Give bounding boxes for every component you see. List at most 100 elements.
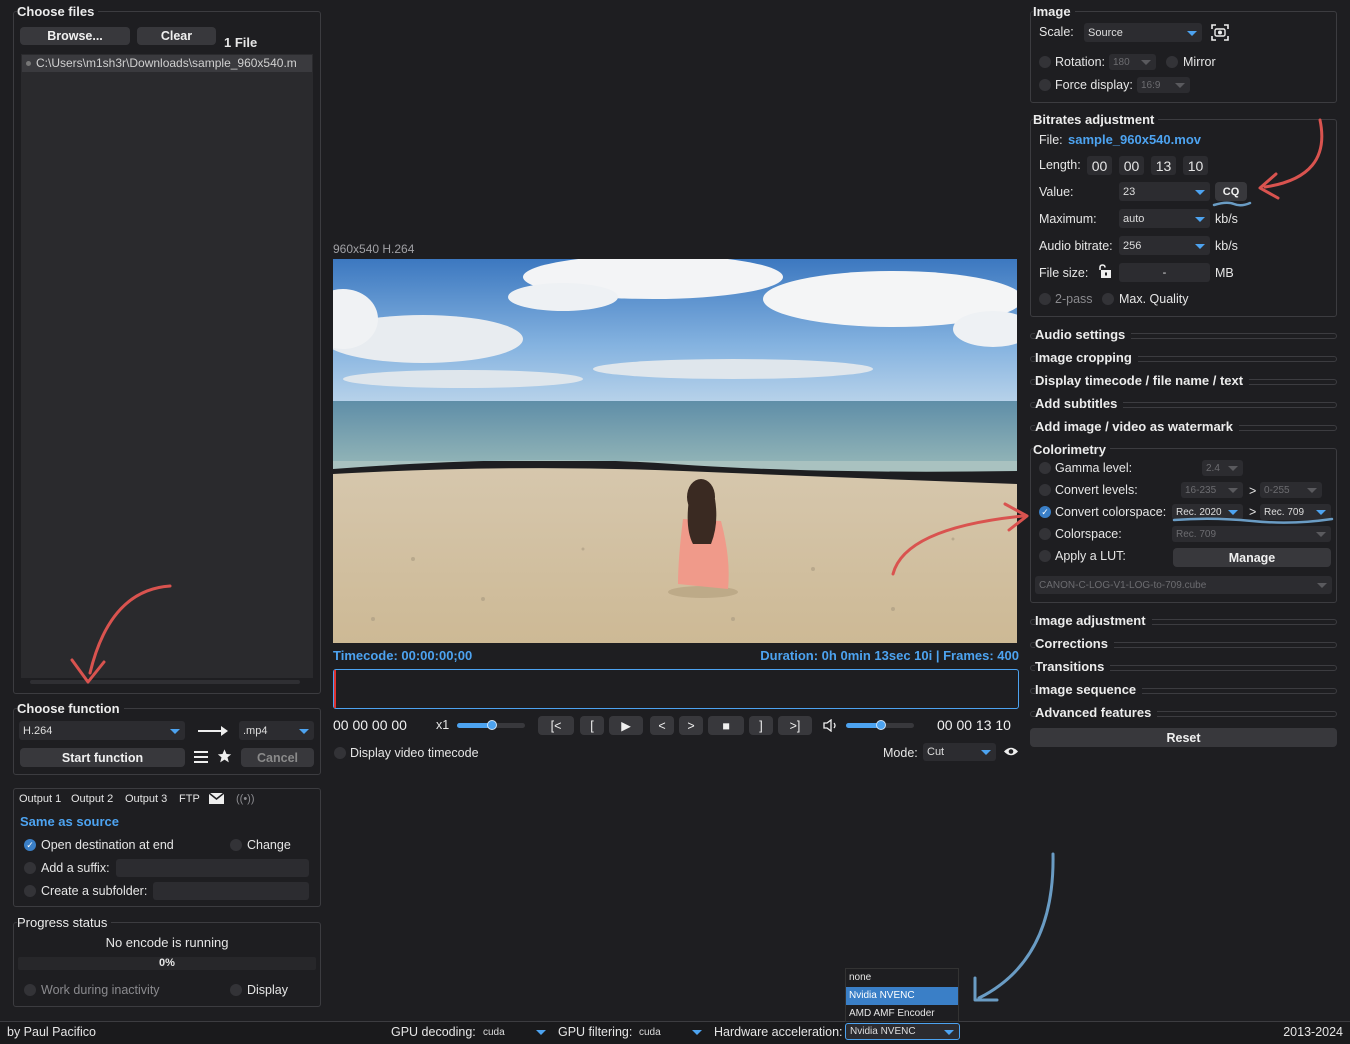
force-display-checkbox[interactable]	[1039, 79, 1051, 91]
broadcast-icon[interactable]: ((•))	[236, 793, 255, 805]
section-corrections[interactable]: Corrections	[1035, 636, 1114, 651]
next-frame-button[interactable]: >	[679, 716, 703, 735]
section-audio-settings[interactable]: Audio settings	[1035, 327, 1132, 342]
length-label: Length:	[1039, 158, 1081, 172]
suffix-label: Add a suffix:	[41, 861, 110, 875]
gamma-checkbox[interactable]	[1039, 462, 1051, 474]
end-timecode[interactable]: 00 00 13 10	[937, 717, 1011, 733]
change-checkbox[interactable]	[230, 839, 242, 851]
mark-in-button[interactable]: [	[580, 716, 604, 735]
force-display-select[interactable]: 16:9	[1137, 77, 1190, 93]
lut-checkbox[interactable]	[1039, 550, 1051, 562]
hw-menu-item-amf[interactable]: AMD AMF Encoder	[846, 1005, 958, 1023]
rotation-select[interactable]: 180	[1109, 54, 1156, 70]
subfolder-input[interactable]	[153, 882, 309, 900]
suffix-input[interactable]	[116, 859, 309, 877]
start-timecode[interactable]: 00 00 00 00	[333, 717, 407, 733]
reset-button[interactable]: Reset	[1030, 728, 1337, 747]
section-add-subtitles[interactable]: Add subtitles	[1035, 396, 1124, 411]
maximum-select[interactable]: auto	[1119, 209, 1210, 228]
hw-accel-select[interactable]: Nvidia NVENC	[845, 1023, 960, 1040]
start-function-button[interactable]: Start function	[20, 748, 185, 767]
section-image-sequence[interactable]: Image sequence	[1035, 682, 1143, 697]
section-advanced[interactable]: Advanced features	[1035, 705, 1158, 720]
levels-to-select[interactable]: 0-255	[1260, 482, 1322, 498]
clear-button[interactable]: Clear	[137, 27, 216, 45]
work-inactivity-checkbox[interactable]	[24, 984, 36, 996]
max-quality-checkbox[interactable]	[1102, 293, 1114, 305]
value-select[interactable]: 23	[1119, 182, 1210, 201]
timeline-playhead[interactable]	[334, 670, 336, 708]
length-frames[interactable]: 10	[1183, 156, 1208, 175]
speed-slider-handle[interactable]	[487, 720, 497, 730]
mail-icon[interactable]	[209, 793, 224, 804]
scale-select[interactable]: Source	[1084, 23, 1202, 42]
gpu-filtering-select[interactable]: cuda	[635, 1024, 707, 1040]
file-list-item[interactable]: C:\Users\m1sh3r\Downloads\sample_960x540…	[22, 55, 312, 72]
mark-out-button[interactable]: ]	[749, 716, 773, 735]
list-icon[interactable]	[193, 750, 209, 764]
subfolder-checkbox[interactable]	[24, 885, 36, 897]
tab-output-1[interactable]: Output 1	[19, 793, 61, 805]
unlock-icon[interactable]	[1097, 264, 1113, 279]
rotation-checkbox[interactable]	[1039, 56, 1051, 68]
gamma-label: Gamma level:	[1055, 461, 1133, 475]
screenshot-icon[interactable]	[1211, 24, 1229, 41]
suffix-checkbox[interactable]	[24, 862, 36, 874]
gpu-decoding-select[interactable]: cuda	[479, 1024, 551, 1040]
lut-file-select[interactable]: CANON-C-LOG-V1-LOG-to-709.cube	[1035, 576, 1332, 594]
stop-button[interactable]: ■	[708, 716, 744, 735]
hw-menu-item-none[interactable]: none	[846, 969, 958, 987]
file-size-input[interactable]: -	[1119, 263, 1210, 282]
section-display-timecode[interactable]: Display timecode / file name / text	[1035, 373, 1250, 388]
timeline[interactable]	[333, 669, 1019, 709]
length-hours[interactable]: 00	[1087, 156, 1112, 175]
colorspace-checkbox[interactable]	[1039, 528, 1051, 540]
container-select[interactable]: .mp4	[239, 721, 314, 740]
cancel-button[interactable]: Cancel	[241, 748, 314, 767]
play-button[interactable]: ▶	[609, 716, 643, 735]
max-quality-label: Max. Quality	[1119, 292, 1189, 306]
tab-ftp[interactable]: FTP	[179, 793, 200, 805]
mirror-checkbox[interactable]	[1166, 56, 1178, 68]
manage-button[interactable]: Manage	[1173, 548, 1331, 567]
section-image-cropping[interactable]: Image cropping	[1035, 350, 1138, 365]
colorimetry-title[interactable]: Colorimetry	[1033, 442, 1110, 457]
go-end-button[interactable]: >]	[778, 716, 812, 735]
convert-colorspace-checkbox[interactable]: ✓	[1039, 506, 1051, 518]
gamma-select[interactable]: 2.4	[1202, 460, 1243, 476]
volume-icon[interactable]	[823, 719, 839, 732]
levels-label: Convert levels:	[1055, 483, 1138, 497]
volume-slider-handle[interactable]	[876, 720, 886, 730]
display-timecode-checkbox[interactable]	[334, 747, 346, 759]
audio-bitrate-select[interactable]: 256	[1119, 236, 1210, 255]
mode-select[interactable]: Cut	[923, 743, 996, 761]
open-destination-checkbox[interactable]: ✓	[24, 839, 36, 851]
codec-select[interactable]: H.264	[19, 721, 185, 740]
volume-slider[interactable]	[846, 720, 914, 730]
two-pass-checkbox[interactable]	[1039, 293, 1051, 305]
tab-output-2[interactable]: Output 2	[71, 793, 113, 805]
speed-slider[interactable]	[457, 720, 525, 730]
levels-from-select[interactable]: 16-235	[1181, 482, 1243, 498]
section-image-adjustment[interactable]: Image adjustment	[1035, 613, 1152, 628]
duration-label: Duration: 0h 0min 13sec 10i | Frames: 40…	[760, 648, 1019, 663]
length-minutes[interactable]: 00	[1119, 156, 1144, 175]
display-checkbox[interactable]	[230, 984, 242, 996]
eye-icon[interactable]	[1003, 746, 1019, 757]
hw-menu-item-nvenc[interactable]: Nvidia NVENC	[846, 987, 958, 1005]
file-bullet-icon	[26, 61, 31, 66]
length-seconds[interactable]: 13	[1151, 156, 1176, 175]
tab-output-3[interactable]: Output 3	[125, 793, 167, 805]
section-transitions[interactable]: Transitions	[1035, 659, 1111, 674]
go-start-button[interactable]: [<	[538, 716, 574, 735]
colorspace-select[interactable]: Rec. 709	[1172, 526, 1331, 542]
levels-checkbox[interactable]	[1039, 484, 1051, 496]
choose-function-title: Choose function	[17, 701, 124, 716]
star-icon[interactable]	[216, 748, 233, 764]
file-path: C:\Users\m1sh3r\Downloads\sample_960x540…	[36, 56, 297, 70]
section-watermark[interactable]: Add image / video as watermark	[1035, 419, 1239, 434]
browse-button[interactable]: Browse...	[20, 27, 130, 45]
prev-frame-button[interactable]: <	[650, 716, 674, 735]
file-label: File:	[1039, 133, 1063, 147]
